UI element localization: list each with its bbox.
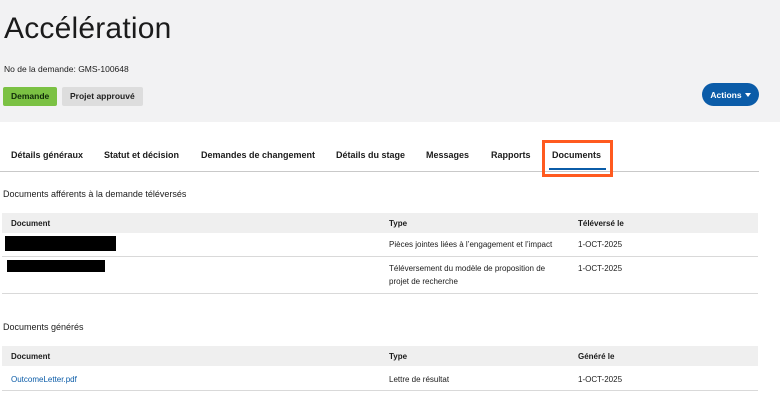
generated-table-header: Document Type Généré le <box>2 346 758 366</box>
table-row-type: Téléversement du modèle de proposition d… <box>389 262 545 288</box>
column-header-document: Document <box>11 352 51 361</box>
column-header-document: Document <box>11 219 51 228</box>
table-row-document-redacted[interactable] <box>5 236 116 251</box>
type-line: Téléversement du modèle de proposition d… <box>389 264 546 273</box>
table-row-type: Lettre de résultat <box>389 375 450 384</box>
row-divider <box>2 256 758 257</box>
document-link-outcome-letter[interactable]: OutcomeLetter.pdf <box>11 373 77 386</box>
tab-statut-decision[interactable]: Statut et décision <box>104 150 179 160</box>
status-badge-projet: Projet approuvé <box>62 87 143 106</box>
status-badge-demande: Demande <box>3 87 58 106</box>
type-line: projet de recherche <box>389 277 458 286</box>
active-tab-underline <box>549 168 606 170</box>
tab-bar: Détails généraux Statut et décision Dema… <box>0 142 759 172</box>
caret-down-icon <box>744 92 751 97</box>
request-number: No de la demande: GMS-100648 <box>4 64 129 74</box>
actions-button[interactable]: Actions <box>702 83 759 106</box>
uploaded-table-header: Document Type Téléversé le <box>2 213 758 233</box>
table-row-date: 1-OCT-2025 <box>578 240 623 249</box>
page-title: Accélération <box>4 12 172 45</box>
actions-label: Actions <box>710 89 742 100</box>
row-divider <box>2 390 758 391</box>
tab-details-generaux[interactable]: Détails généraux <box>11 150 83 160</box>
tab-rapports[interactable]: Rapports <box>491 150 531 160</box>
table-row-document-redacted[interactable] <box>7 260 105 272</box>
tab-details-stage[interactable]: Détails du stage <box>336 150 405 160</box>
column-header-type: Type <box>389 352 408 361</box>
tab-demandes-changement[interactable]: Demandes de changement <box>201 150 315 160</box>
column-header-type: Type <box>389 219 408 228</box>
column-header-uploaded-date: Téléversé le <box>578 219 624 228</box>
generated-section-title: Documents générés <box>3 322 84 332</box>
uploaded-section-title: Documents afférents à la demande téléver… <box>3 189 187 199</box>
table-row-type: Pièces jointes liées à l’engagement et l… <box>389 240 553 249</box>
tab-messages[interactable]: Messages <box>426 150 469 160</box>
table-row-date: 1-OCT-2025 <box>578 375 623 384</box>
column-header-generated-date: Généré le <box>578 352 615 361</box>
page-header: Accélération No de la demande: GMS-10064… <box>0 0 780 122</box>
table-row-date: 1-OCT-2025 <box>578 264 623 273</box>
active-tab-highlight <box>542 140 613 177</box>
row-divider <box>2 293 758 294</box>
